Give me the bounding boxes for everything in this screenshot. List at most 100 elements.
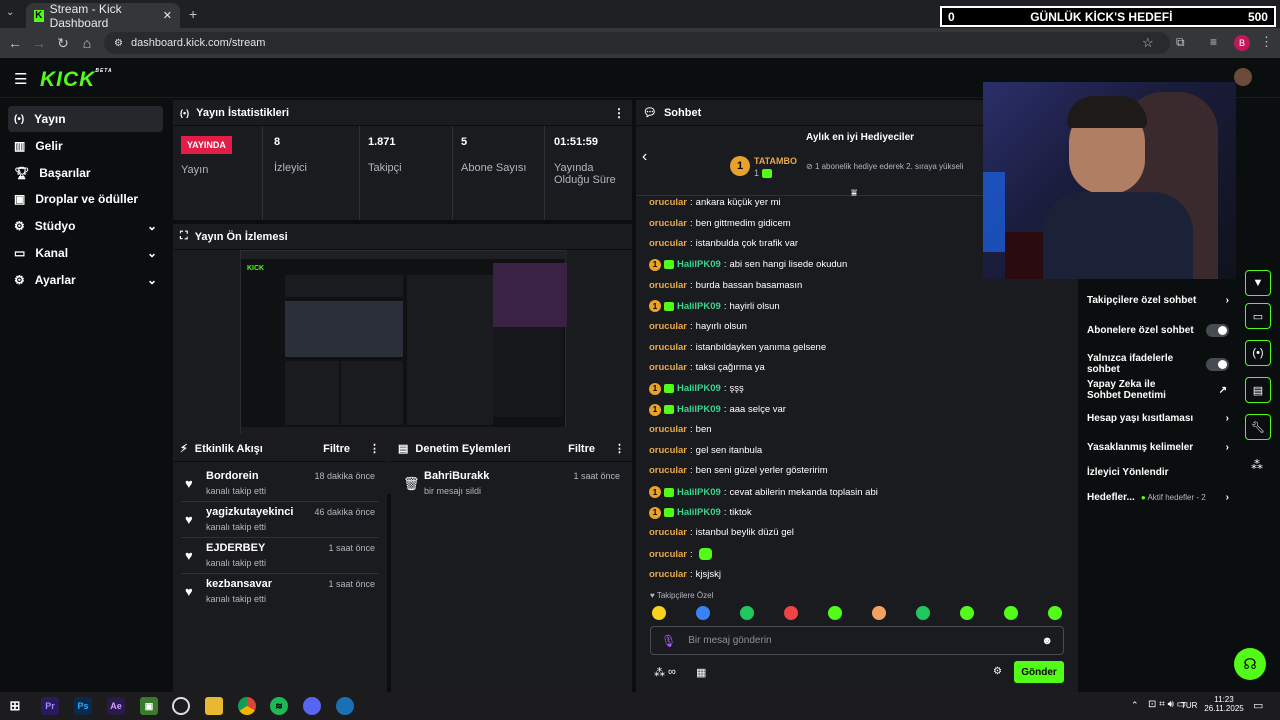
emote-icon[interactable]	[696, 606, 710, 620]
more-options-icon[interactable]: ⋮	[613, 106, 625, 120]
chat-message[interactable]: 1 HalilPK09: hayirli olsun	[649, 300, 780, 313]
send-button[interactable]: Gönder	[1014, 661, 1064, 683]
chat-username[interactable]: orucular	[649, 527, 687, 538]
emote-icon[interactable]	[652, 606, 666, 620]
chat-message[interactable]: 1 HalilPK09: şşş	[649, 382, 744, 395]
chat-username[interactable]: orucular	[649, 465, 687, 476]
chevron-left-icon[interactable]: ‹	[642, 148, 647, 166]
quick-action-button[interactable]: ▼	[1245, 270, 1271, 296]
chat-message[interactable]: orucular: ankara küçük yer mi	[649, 197, 781, 208]
reload-icon[interactable]: ↻	[51, 31, 75, 55]
chat-settings-icon[interactable]: ⚙	[993, 666, 1002, 677]
emote-icon[interactable]	[916, 606, 930, 620]
support-icon[interactable]: ☊	[1234, 648, 1266, 680]
chat-username[interactable]: orucular	[649, 424, 687, 435]
obs-icon[interactable]	[172, 697, 190, 715]
emote-icon[interactable]	[960, 606, 974, 620]
emoji-icon[interactable]: ☻	[1041, 635, 1053, 647]
emote-icon[interactable]	[740, 606, 754, 620]
media-icon[interactable]: ≡	[1210, 35, 1217, 49]
close-tab-icon[interactable]: ✕	[163, 9, 172, 22]
emotes-only-setting[interactable]: Yalnızca ifadelerle sohbet	[1087, 353, 1229, 375]
user-avatar[interactable]	[1234, 68, 1252, 86]
chat-username[interactable]: HalilPK09	[677, 487, 721, 498]
sidebar-item-gelir[interactable]: ▥ Gelir	[8, 133, 163, 159]
chat-message[interactable]: 1 HalilPK09: aaa selçe var	[649, 403, 786, 416]
chat-message[interactable]: orucular: istanbıldayken yanıma gelsene	[649, 342, 826, 353]
add-action-icon[interactable]: ⁂	[1251, 458, 1263, 472]
chat-username[interactable]: orucular	[649, 197, 687, 208]
quick-action-button[interactable]: 🔧︎	[1245, 414, 1271, 440]
chat-message[interactable]: 1 HalilPK09: abi sen hangi lisede okudun	[649, 258, 847, 271]
quick-action-button[interactable]: ▭	[1245, 303, 1271, 329]
sidebar-item-yayin[interactable]: (•) Yayın	[8, 106, 163, 132]
chat-username[interactable]: orucular	[649, 280, 687, 291]
quick-action-button[interactable]: ▤	[1245, 377, 1271, 403]
quick-action-button[interactable]: (•)	[1245, 340, 1271, 366]
chat-message[interactable]: 1 HalilPK09: cevat abilerin mekanda toplas…	[649, 486, 878, 499]
chat-username[interactable]: orucular	[649, 342, 687, 353]
kick-logo[interactable]: KICKBETA	[40, 68, 113, 92]
chat-input[interactable]: 🎙︎ Bir mesaj gönderin ☻	[650, 626, 1064, 655]
sidebar-item-ayarlar[interactable]: ⚙ Ayarlar ⌄	[8, 267, 163, 293]
chat-username[interactable]: orucular	[649, 238, 687, 249]
sidebar-item-studyo[interactable]: ⚙ Stüdyo ⌄	[8, 213, 163, 239]
chat-message[interactable]: orucular: gel sen itanbula	[649, 445, 762, 456]
minecraft-icon[interactable]: ▣	[140, 697, 158, 715]
store-icon[interactable]: ▦	[696, 666, 706, 679]
emote-icon[interactable]	[784, 606, 798, 620]
goals-setting[interactable]: Hedefler... ● Aktif hedefler - 2 ›	[1087, 492, 1229, 503]
tray-chevron-icon[interactable]: ⌃	[1131, 700, 1139, 711]
more-options-icon[interactable]: ⋮	[369, 442, 380, 455]
chat-message[interactable]: orucular: ben	[649, 424, 712, 435]
subs-only-setting[interactable]: Abonelere özel sohbet	[1087, 324, 1229, 337]
sidebar-item-kanal[interactable]: ▭ Kanal ⌄	[8, 240, 163, 266]
emote-icon[interactable]	[828, 606, 842, 620]
back-icon[interactable]: ←	[3, 31, 27, 55]
chat-username[interactable]: HalilPK09	[677, 507, 721, 518]
emote-icon[interactable]	[872, 606, 886, 620]
chat-username[interactable]: orucular	[649, 569, 687, 580]
tab-search-icon[interactable]: ⌄	[6, 7, 14, 18]
spotify-icon[interactable]: ≋	[270, 697, 288, 715]
sidebar-item-droplar[interactable]: ▣ Droplar ve ödüller	[8, 186, 163, 212]
chat-username[interactable]: orucular	[649, 362, 687, 373]
extensions-icon[interactable]: ⧉	[1176, 35, 1185, 50]
chat-message[interactable]: orucular: hayırlı olsun	[649, 321, 747, 332]
chat-username[interactable]: HalilPK09	[677, 301, 721, 312]
chat-username[interactable]: orucular	[649, 445, 687, 456]
discord-icon[interactable]	[303, 697, 321, 715]
profile-avatar[interactable]: B	[1234, 35, 1250, 51]
folder-icon[interactable]	[205, 697, 223, 715]
after-effects-icon[interactable]: Ae	[107, 697, 125, 715]
filter-button[interactable]: Filtre	[568, 443, 595, 455]
chat-message[interactable]: 1 HalilPK09: tiktok	[649, 506, 752, 519]
emote-icon[interactable]	[1004, 606, 1018, 620]
chat-message[interactable]: orucular: kjsjskj	[649, 569, 721, 580]
sidebar-item-basarilar[interactable]: 🏆︎ Başarılar	[8, 160, 163, 186]
windows-start-icon[interactable]: ⊞	[6, 697, 24, 715]
url-field[interactable]: ⚙ dashboard.kick.com/stream	[104, 32, 1170, 54]
ai-moderation-setting[interactable]: Yapay Zeka ile Sohbet Denetimi ↗	[1087, 379, 1227, 401]
hamburger-menu-icon[interactable]: ☰	[14, 70, 27, 88]
site-info-icon[interactable]: ⚙	[114, 38, 123, 49]
chat-username[interactable]: HalilPK09	[677, 259, 721, 270]
chat-username[interactable]: HalilPK09	[677, 404, 721, 415]
followers-only-setting[interactable]: Takipçilere özel sohbet ›	[1087, 295, 1229, 306]
chat-message[interactable]: orucular: istanbul beylik düzü gel	[649, 527, 794, 538]
filter-button[interactable]: Filtre	[323, 443, 350, 455]
chat-message[interactable]: orucular: istanbulda çok tırafik var	[649, 238, 798, 249]
home-icon[interactable]: ⌂	[75, 31, 99, 55]
photoshop-icon[interactable]: Ps	[74, 697, 92, 715]
language-indicator[interactable]: TUR	[1181, 701, 1197, 710]
raid-setting[interactable]: İzleyici Yönlendir	[1087, 467, 1229, 478]
chat-message[interactable]: orucular: taksi çağırma ya	[649, 362, 765, 373]
new-tab-icon[interactable]: +	[189, 6, 197, 22]
browser-tab[interactable]: K Stream - Kick Dashboard ✕	[26, 2, 180, 30]
chat-message[interactable]: orucular: ben seni güzel yerler gösteriri…	[649, 465, 828, 476]
chat-message[interactable]: orucular:	[649, 548, 712, 561]
chat-message[interactable]: orucular: burda bassan basamasın	[649, 280, 802, 291]
emotes-only-toggle[interactable]	[1206, 357, 1229, 371]
chat-username[interactable]: HalilPK09	[677, 383, 721, 394]
chat-username[interactable]: orucular	[649, 321, 687, 332]
